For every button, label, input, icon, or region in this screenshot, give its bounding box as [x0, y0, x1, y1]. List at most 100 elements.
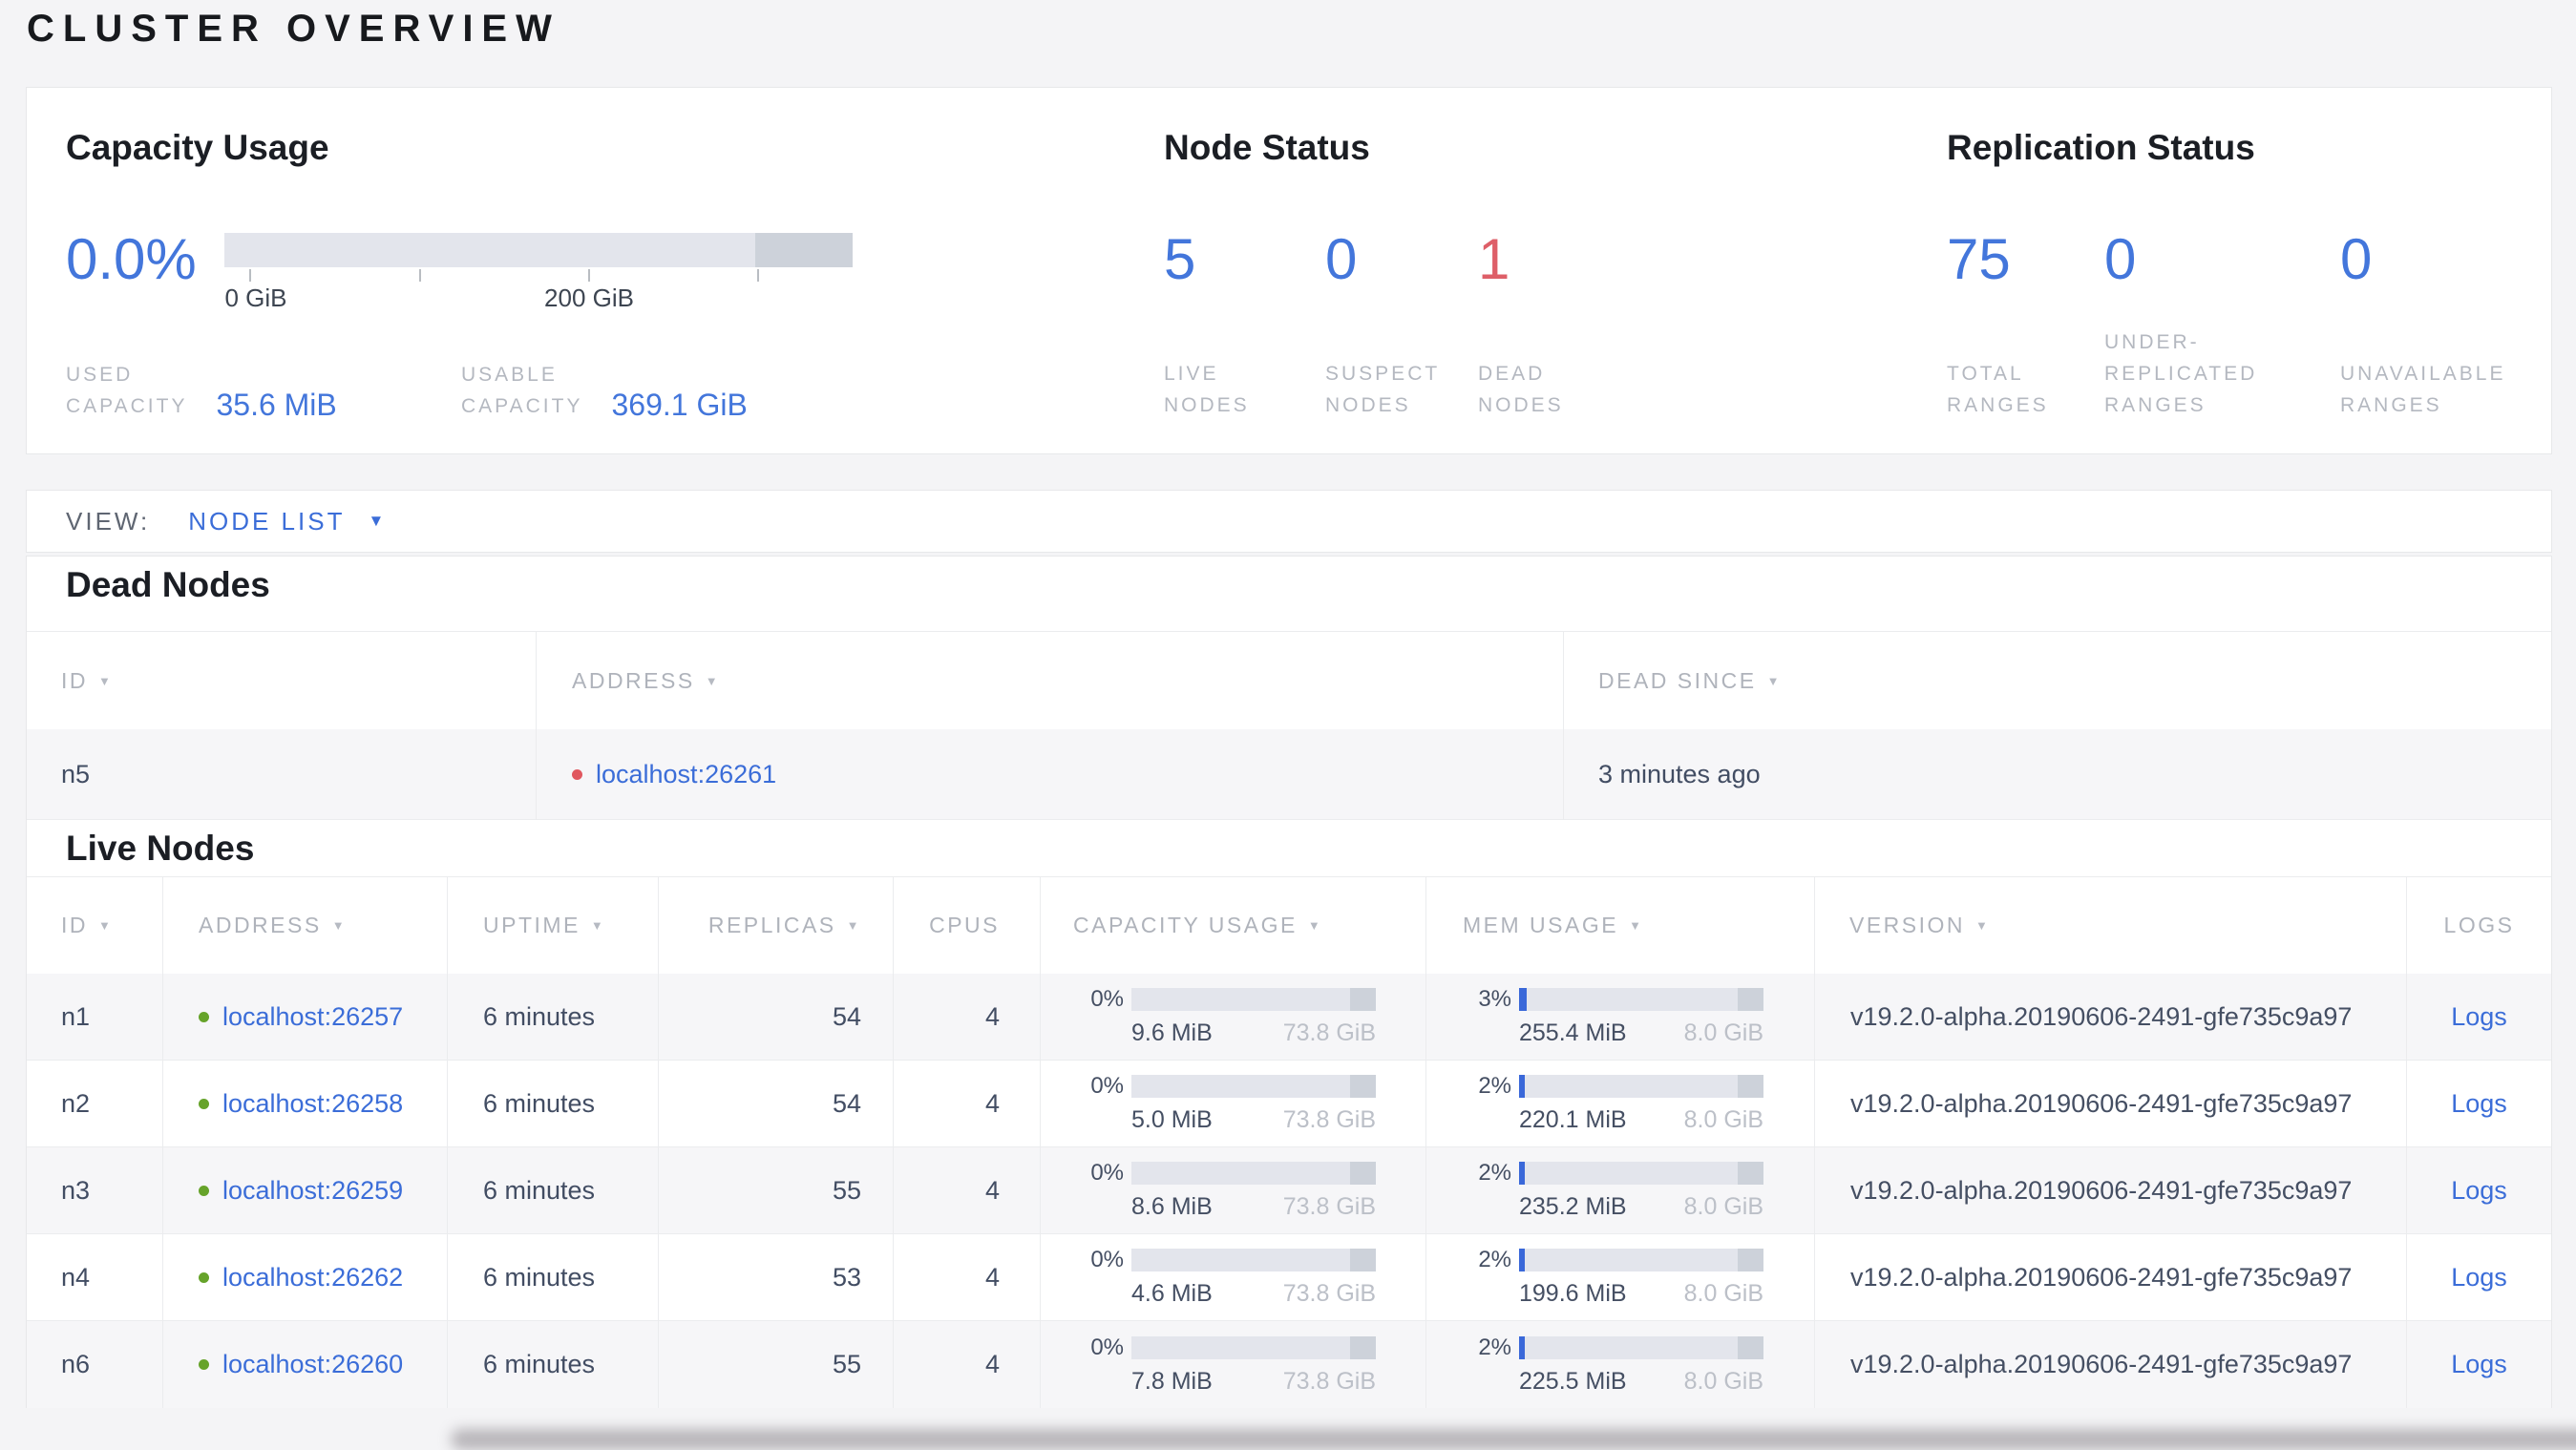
suspect-nodes-label: SUSPECT NODES: [1325, 363, 1441, 416]
mem-mini-bar: [1519, 1249, 1763, 1271]
live-node-replicas: 55: [659, 1321, 894, 1408]
capacity-axis-tick: [419, 269, 421, 282]
live-node-replicas: 53: [659, 1234, 894, 1320]
logs-link[interactable]: Logs: [2451, 1176, 2507, 1206]
cluster-summary-card: Capacity Usage Node Status Replication S…: [26, 87, 2552, 454]
live-node-capacity-cell: 0% 8.6 MiB 73.8 GiB: [1041, 1147, 1426, 1233]
live-node-replicas: 54: [659, 974, 894, 1060]
live-node-address-link[interactable]: localhost:26262: [222, 1263, 403, 1292]
live-node-address-link[interactable]: localhost:26259: [222, 1176, 403, 1206]
mem-total-value: 8.0 GiB: [1683, 1106, 1763, 1133]
live-node-id: n4: [27, 1234, 163, 1320]
capacity-axis-tick: [249, 269, 251, 282]
live-status-dot-icon: [199, 1185, 209, 1196]
live-node-cpus: 4: [894, 1147, 1041, 1233]
mem-percent: 2%: [1478, 1334, 1511, 1360]
used-capacity-stat: USED CAPACITY 35.6 MiB: [66, 359, 461, 422]
live-col-replicas-header[interactable]: REPLICAS ▼: [659, 877, 894, 974]
live-nodes-label: LIVE NODES: [1164, 363, 1250, 416]
live-col-capacity-header[interactable]: CAPACITY USAGE ▼: [1041, 877, 1426, 974]
live-col-version-header[interactable]: VERSION ▼: [1815, 877, 2407, 974]
mem-mini-bar-reserved: [1738, 1335, 1763, 1359]
replication-stats: 75 TOTAL RANGES 0 UNDER- REPLICATED RANG…: [1947, 231, 2505, 421]
mem-mini-bar-reserved: [1738, 1249, 1763, 1271]
live-node-mem-cell: 2% 220.1 MiB 8.0 GiB: [1426, 1061, 1815, 1146]
capacity-used-value: 5.0 MiB: [1131, 1106, 1213, 1133]
live-node-capacity-cell: 0% 4.6 MiB 73.8 GiB: [1041, 1234, 1426, 1320]
suspect-nodes-count: 0: [1325, 227, 1358, 291]
view-dropdown[interactable]: NODE LIST ▼: [188, 507, 384, 536]
capacity-mini-bar-reserved: [1350, 1162, 1376, 1185]
live-col-logs-header: LOGS: [2443, 913, 2515, 937]
capacity-mini-bar-reserved: [1350, 1249, 1376, 1271]
live-node-logs-cell: Logs: [2407, 1234, 2551, 1320]
mem-mini-bar: [1519, 1335, 1763, 1359]
live-node-row: n3 localhost:26259 6 minutes 55 4 0% 8.6…: [27, 1147, 2551, 1234]
mem-mini-bar: [1519, 1162, 1763, 1185]
usable-capacity-label: USABLE CAPACITY: [461, 364, 583, 417]
dead-nodes-label: DEAD NODES: [1478, 363, 1564, 416]
live-col-mem-header[interactable]: MEM USAGE ▼: [1426, 877, 1815, 974]
total-ranges-stat: 75 TOTAL RANGES: [1947, 231, 2104, 421]
unavailable-ranges-label: UNAVAILABLE RANGES: [2340, 363, 2506, 416]
live-node-address-link[interactable]: localhost:26257: [222, 1002, 403, 1032]
mem-mini-bar-reserved: [1738, 988, 1763, 1011]
sort-desc-icon: ▼: [590, 918, 606, 933]
view-selected-value[interactable]: NODE LIST: [188, 507, 345, 536]
mem-percent: 2%: [1478, 1160, 1511, 1186]
sort-desc-icon: ▼: [705, 673, 721, 688]
live-col-address-header[interactable]: ADDRESS ▼: [163, 877, 448, 974]
mem-mini-bar-fill: [1519, 1075, 1526, 1098]
capacity-total-value: 73.8 GiB: [1282, 1193, 1376, 1220]
mem-mini-bar-reserved: [1738, 1075, 1763, 1098]
suspect-nodes-stat: 0 SUSPECT NODES: [1325, 231, 1478, 421]
node-status-heading: Node Status: [1164, 128, 1370, 167]
mem-used-value: 255.4 MiB: [1519, 1019, 1627, 1046]
live-node-mem-cell: 2% 225.5 MiB 8.0 GiB: [1426, 1321, 1815, 1408]
capacity-mini-bar-reserved: [1350, 1075, 1376, 1098]
mem-mini-bar-reserved: [1738, 1162, 1763, 1185]
dead-node-id: n5: [27, 729, 537, 819]
mem-percent: 2%: [1478, 1073, 1511, 1099]
mem-total-value: 8.0 GiB: [1683, 1193, 1763, 1220]
capacity-used-value: 7.8 MiB: [1131, 1367, 1213, 1395]
live-node-logs-cell: Logs: [2407, 1321, 2551, 1408]
live-node-capacity-cell: 0% 5.0 MiB 73.8 GiB: [1041, 1061, 1426, 1146]
dead-status-dot-icon: [572, 768, 582, 780]
logs-link[interactable]: Logs: [2451, 1002, 2507, 1032]
dead-node-address-link[interactable]: localhost:26261: [596, 760, 776, 789]
live-node-id: n2: [27, 1061, 163, 1146]
live-nodes-stat: 5 LIVE NODES: [1164, 231, 1325, 421]
unavailable-ranges-count: 0: [2340, 227, 2373, 291]
live-node-cpus: 4: [894, 1321, 1041, 1408]
capacity-percent: 0%: [1090, 1073, 1124, 1099]
capacity-mini-bar: [1131, 1162, 1376, 1185]
logs-link[interactable]: Logs: [2451, 1350, 2507, 1379]
live-col-uptime-header[interactable]: UPTIME ▼: [448, 877, 659, 974]
mem-total-value: 8.0 GiB: [1683, 1280, 1763, 1307]
dead-node-dead-since: 3 minutes ago: [1598, 759, 1761, 788]
live-node-row: n4 localhost:26262 6 minutes 53 4 0% 4.6…: [27, 1234, 2551, 1321]
live-nodes-table-header: ID ▼ ADDRESS ▼ UPTIME ▼ REPLICAS ▼ CPUS CAPA…: [27, 876, 2551, 974]
capacity-mini-bar: [1131, 1075, 1376, 1098]
live-node-address-link[interactable]: localhost:26258: [222, 1089, 403, 1119]
live-node-address-link[interactable]: localhost:26260: [222, 1350, 403, 1379]
logs-link[interactable]: Logs: [2451, 1089, 2507, 1119]
total-ranges-label: TOTAL RANGES: [1947, 363, 2049, 416]
dead-col-id-header[interactable]: ID ▼: [27, 632, 537, 729]
under-replicated-ranges-stat: 0 UNDER- REPLICATED RANGES: [2104, 231, 2340, 421]
logs-link[interactable]: Logs: [2451, 1263, 2507, 1292]
dead-node-row: n5 localhost:26261 3 minutes ago: [27, 729, 2551, 820]
live-col-id-header[interactable]: ID ▼: [27, 877, 163, 974]
sort-desc-icon: ▼: [1307, 918, 1323, 933]
live-node-address-cell: localhost:26258: [163, 1061, 448, 1146]
live-nodes-heading: Live Nodes: [66, 829, 255, 868]
mem-mini-bar: [1519, 988, 1763, 1011]
live-status-dot-icon: [199, 1271, 209, 1283]
sort-desc-icon: ▼: [331, 918, 348, 933]
live-col-cpus-header[interactable]: CPUS: [894, 877, 1041, 974]
dead-col-address-header[interactable]: ADDRESS ▼: [537, 632, 1564, 729]
dead-col-dead-since-header[interactable]: DEAD SINCE ▼: [1564, 632, 2551, 729]
mem-mini-bar-fill: [1519, 1335, 1526, 1359]
mem-mini-bar-fill: [1519, 1249, 1526, 1271]
